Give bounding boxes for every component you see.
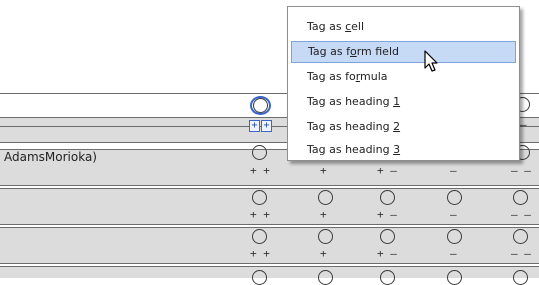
menu-item-label: Tag as heading bbox=[307, 143, 394, 156]
table-border bbox=[0, 224, 539, 225]
scale-label: – bbox=[450, 164, 457, 177]
form-field-tag[interactable]: + bbox=[261, 120, 272, 132]
radio-button[interactable] bbox=[318, 190, 333, 205]
menu-item-label: Tag as bbox=[307, 20, 346, 33]
radio-button[interactable] bbox=[318, 229, 333, 244]
radio-button[interactable] bbox=[253, 98, 268, 113]
arrow-cursor-icon bbox=[424, 50, 438, 72]
scale-label: – – bbox=[511, 164, 531, 177]
scale-label: + bbox=[320, 164, 327, 177]
scale-label: – – bbox=[511, 208, 531, 221]
form-field-tag[interactable]: + bbox=[249, 120, 260, 132]
menu-item-label: Tag as f bbox=[308, 45, 350, 58]
menu-item-tag-as-heading-3[interactable]: Tag as heading 3 bbox=[291, 139, 516, 161]
row-label: AdamsMorioka) bbox=[4, 150, 97, 164]
menu-item-label: Tag as fo bbox=[307, 70, 356, 83]
table-border bbox=[0, 266, 539, 267]
menu-item-accelerator: o bbox=[349, 45, 357, 58]
menu-item-tag-as-cell[interactable]: Tag as cell bbox=[291, 16, 516, 38]
scale-label: + – bbox=[377, 247, 397, 260]
table-border bbox=[0, 227, 539, 228]
menu-item-label: Tag as heading bbox=[307, 120, 394, 133]
context-menu: Tag as cell Tag as form field Tag as for… bbox=[287, 6, 520, 161]
menu-item-label: rm field bbox=[356, 45, 399, 58]
scale-label: + bbox=[320, 208, 327, 221]
radio-button[interactable] bbox=[513, 229, 528, 244]
radio-button[interactable] bbox=[252, 229, 267, 244]
scale-label: – – bbox=[511, 247, 531, 260]
scale-label: + – bbox=[377, 208, 397, 221]
scale-label: – bbox=[520, 118, 527, 131]
menu-item-label: mula bbox=[360, 70, 388, 83]
radio-button[interactable] bbox=[447, 229, 462, 244]
scale-label: – bbox=[450, 208, 457, 221]
menu-item-label: Tag as heading bbox=[307, 95, 394, 108]
menu-item-accelerator: 3 bbox=[393, 143, 401, 156]
scale-label: + + bbox=[250, 164, 270, 177]
scale-label: + – bbox=[377, 164, 397, 177]
radio-button[interactable] bbox=[447, 190, 462, 205]
menu-item-accelerator: 2 bbox=[393, 120, 401, 133]
menu-item-tag-as-heading-1[interactable]: Tag as heading 1 bbox=[291, 91, 516, 113]
scale-label: + + bbox=[250, 247, 270, 260]
menu-item-label: ell bbox=[351, 20, 365, 33]
menu-item-tag-as-form-field[interactable]: Tag as form field bbox=[291, 41, 516, 63]
menu-item-tag-as-formula[interactable]: Tag as formula bbox=[291, 66, 516, 88]
radio-button[interactable] bbox=[380, 190, 395, 205]
table-border bbox=[0, 188, 539, 189]
menu-item-accelerator: 1 bbox=[393, 95, 401, 108]
scale-label: – bbox=[450, 247, 457, 260]
radio-button[interactable] bbox=[252, 145, 267, 160]
scale-label: + bbox=[320, 247, 327, 260]
table-border bbox=[0, 185, 539, 186]
radio-button[interactable] bbox=[252, 190, 267, 205]
radio-button[interactable] bbox=[513, 190, 528, 205]
scale-label: + + bbox=[250, 208, 270, 221]
radio-button[interactable] bbox=[380, 229, 395, 244]
menu-item-tag-as-heading-2[interactable]: Tag as heading 2 bbox=[291, 116, 516, 138]
table-border bbox=[0, 263, 539, 264]
